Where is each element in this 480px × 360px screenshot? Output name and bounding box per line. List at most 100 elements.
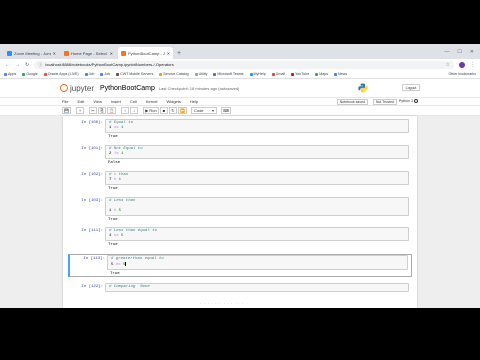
- add-cell-icon[interactable]: +: [75, 107, 84, 114]
- cell-output-row: True: [68, 133, 412, 139]
- cell-input-row: In [122]: # Comparing None: [68, 283, 412, 293]
- menu-item[interactable]: View: [93, 99, 102, 104]
- menu-item[interactable]: Edit: [77, 99, 84, 104]
- bookmark-item[interactable]: CWT Mobile Servers: [116, 72, 153, 76]
- move-down-icon[interactable]: ↓: [129, 107, 138, 114]
- menu-item[interactable]: Widgets: [166, 99, 180, 104]
- browser-tab[interactable]: PythonBootCamp - Jupyter No...✕: [118, 47, 173, 59]
- code-token: # greaterthan equal to: [111, 257, 164, 261]
- profile-avatar[interactable]: [459, 61, 465, 68]
- cell-output: True: [108, 218, 118, 222]
- not-trusted-button[interactable]: Not Trusted: [372, 99, 397, 105]
- input-prompt: In [102]:: [81, 173, 103, 177]
- code-editor[interactable]: # Less than equal to 4 <= 5: [105, 227, 409, 241]
- copy-icon[interactable]: ⎘: [97, 107, 106, 114]
- cell-input-row: In [103]: # Less than 1 < 5: [68, 197, 412, 216]
- code-editor[interactable]: # < than 7 < 1: [105, 171, 409, 185]
- bookmark-label: Oracle Apps (LIVE): [47, 72, 79, 76]
- jupyter-logo-icon: [60, 84, 68, 92]
- keyboard-icon[interactable]: ⌨: [220, 107, 231, 114]
- code-cell[interactable]: In [122]: # Comparing None: [68, 283, 412, 293]
- code-line: 1 == 1: [109, 126, 405, 131]
- code-token: 1: [121, 152, 124, 156]
- star-icon[interactable]: ☆: [446, 62, 450, 68]
- menu-item[interactable]: Kernel: [146, 99, 158, 104]
- code-cell[interactable]: In [102]: # < than 7 < 1 True: [68, 171, 412, 191]
- restart-run-all-icon[interactable]: ⏩: [177, 107, 187, 114]
- bookmark-item[interactable]: Job: [100, 72, 110, 76]
- minimize-button[interactable]: —: [444, 49, 449, 55]
- notebook-name[interactable]: PythonBootCamp: [100, 85, 155, 92]
- other-bookmarks[interactable]: Other bookmarks: [448, 72, 476, 76]
- move-up-icon[interactable]: ↑: [120, 107, 129, 114]
- bookmark-item[interactable]: MyHelp: [249, 72, 266, 76]
- bookmark-item[interactable]: Google: [22, 72, 38, 76]
- tab-close-icon[interactable]: ✕: [110, 51, 113, 56]
- close-window-button[interactable]: ✕: [470, 49, 474, 55]
- bookmark-item[interactable]: Job: [84, 72, 95, 76]
- code-editor[interactable]: # Less than 1 < 5: [105, 197, 409, 216]
- notebook-page[interactable]: In [100]: # Equal to 1 == 1 True In [101]: # …: [63, 116, 417, 308]
- input-prompt: In [122]:: [81, 285, 103, 290]
- cell-output: True: [110, 272, 120, 277]
- input-prompt: In [101]:: [81, 147, 103, 151]
- bookmark-item[interactable]: Microsoft Teams: [213, 72, 244, 76]
- jupyter-logo[interactable]: jupyter: [60, 84, 94, 93]
- menu-item[interactable]: Help: [190, 99, 198, 104]
- bookmark-label: Job: [88, 72, 95, 76]
- bookmark-item[interactable]: Gmail: [271, 72, 285, 76]
- cut-icon[interactable]: ✂: [88, 107, 97, 114]
- code-token: 5: [118, 209, 122, 213]
- back-icon[interactable]: ←: [5, 62, 10, 68]
- run-button[interactable]: ▶ Run: [142, 107, 159, 114]
- cell-input-row: In [101]: # Not Equal to 2 != 1: [68, 145, 412, 159]
- logout-button[interactable]: Logout: [402, 84, 420, 91]
- bookmark-item[interactable]: Apps: [4, 72, 16, 76]
- browser-tab[interactable]: Zoom Meeting - Jump to ha...✕: [4, 47, 59, 59]
- menu-item[interactable]: File: [62, 99, 68, 104]
- bookmark-item[interactable]: YouTube: [291, 72, 309, 76]
- bookmark-item[interactable]: Oracle Apps (LIVE): [43, 72, 79, 76]
- code-cell[interactable]: In [100]: # Equal to 1 == 1 True: [68, 119, 412, 139]
- save-icon[interactable]: 💾: [62, 107, 71, 114]
- code-cell[interactable]: In [113]: # greaterthan equal to 5 >= 5 Tru…: [68, 254, 412, 278]
- code-cell[interactable]: In [101]: # Not Equal to 2 != 1 False: [68, 145, 412, 165]
- code-token: # Less than equal to: [109, 229, 158, 233]
- cell-type-select[interactable]: Code ▾: [190, 107, 217, 114]
- code-cell[interactable]: In [111]: # Less than equal to 4 <= 5 True: [68, 227, 412, 247]
- bookmark-icon: [271, 72, 275, 76]
- browser-tab[interactable]: Home Page - Select or create...✕: [61, 47, 116, 59]
- code-line: 5 >= 5: [111, 262, 404, 268]
- maximize-button[interactable]: ☐: [457, 49, 461, 55]
- code-cell[interactable]: In [103]: # Less than 1 < 5 True: [68, 197, 412, 222]
- code-editor[interactable]: # Comparing None: [105, 283, 409, 293]
- bookmark-icon: [100, 72, 104, 76]
- menu-item[interactable]: Cell: [130, 99, 137, 104]
- code-editor[interactable]: # Equal to 1 == 1: [105, 119, 409, 133]
- code-editor[interactable]: # Not Equal to 2 != 1: [105, 145, 409, 159]
- paste-icon[interactable]: 📋: [106, 107, 116, 114]
- python-logo-icon: [358, 83, 368, 93]
- bookmark-item[interactable]: Maps: [315, 72, 328, 76]
- menu-dots-icon[interactable]: ⋮: [470, 62, 475, 68]
- code-token: # Comparing None: [109, 285, 150, 290]
- tab-close-icon[interactable]: ✕: [167, 51, 170, 56]
- address-bar[interactable]: ⓘ localhost:8888/notebooks/PythonBootCam…: [34, 60, 454, 69]
- code-editor[interactable]: # greaterthan equal to 5 >= 5: [107, 255, 408, 271]
- bookmark-item[interactable]: News: [334, 72, 347, 76]
- code-line: 7 < 1: [109, 178, 405, 183]
- jupyter-menubar: File Edit View Insert Cell Kernel Widgets Help …: [0, 97, 480, 106]
- bookmark-label: CWT Mobile Servers: [120, 72, 154, 76]
- info-icon[interactable]: ⓘ: [38, 62, 42, 68]
- forward-icon[interactable]: →: [15, 62, 20, 68]
- bookmark-item[interactable]: Utility: [194, 72, 207, 76]
- new-tab-button[interactable]: +: [177, 50, 181, 57]
- bookmark-item[interactable]: Service Catalog: [159, 72, 189, 76]
- code-token: # Not Equal to: [109, 147, 143, 151]
- tab-close-icon[interactable]: ✕: [53, 51, 56, 56]
- stop-icon[interactable]: ■: [159, 107, 168, 114]
- restart-icon[interactable]: ↻: [168, 107, 177, 114]
- reload-icon[interactable]: ↻: [25, 62, 29, 68]
- menu-item[interactable]: Insert: [111, 99, 121, 104]
- bookmark-label: Service Catalog: [163, 72, 189, 76]
